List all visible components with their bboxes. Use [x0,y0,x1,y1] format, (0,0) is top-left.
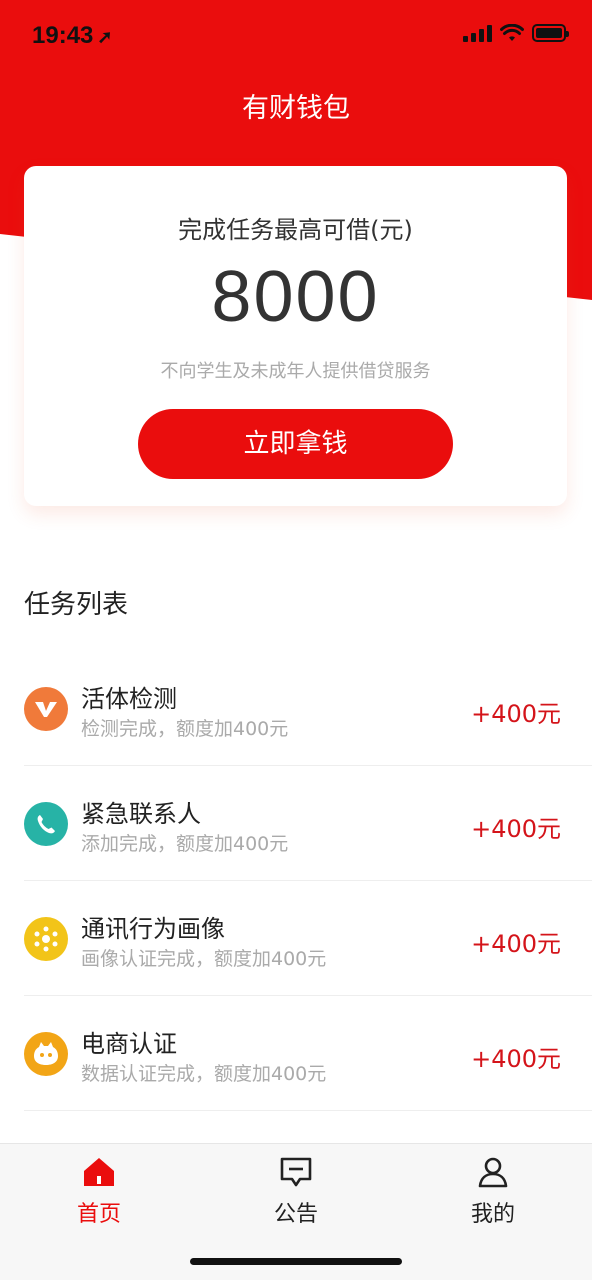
task-item-liveness[interactable]: 活体检测 检测完成，额度加400元 +400元 [24,651,592,766]
task-desc: 数据认证完成，额度加400元 [81,1063,327,1085]
tab-mine-label: 我的 [470,1202,515,1227]
task-item-emergency-contact[interactable]: 紧急联系人 添加完成，额度加400元 +400元 [24,766,592,881]
status-time: 19:43 ➚ [32,22,112,50]
time-text: 19:43 [32,22,94,49]
loan-card: 完成任务最高可借(元) 8000 不向学生及未成年人提供借贷服务 立即拿钱 [24,166,567,506]
network-icon [24,917,68,961]
task-reward: +400元 [471,815,561,843]
page-title: 有财钱包 [242,93,350,124]
face-icon [24,1032,68,1076]
task-reward: +400元 [471,1045,561,1073]
task-name: 通讯行为画像 [81,915,225,943]
task-desc: 检测完成，额度加400元 [81,718,289,740]
tab-home[interactable]: 首页 [39,1156,159,1228]
task-reward: +400元 [471,700,561,728]
task-list: 活体检测 检测完成，额度加400元 +400元 紧急联系人 添加完成，额度加40… [24,651,592,1111]
tab-home-label: 首页 [76,1202,121,1227]
cellular-signal-icon [463,24,492,42]
task-item-communication-profile[interactable]: 通讯行为画像 画像认证完成，额度加400元 +400元 [24,881,592,996]
card-note: 不向学生及未成年人提供借贷服务 [160,361,431,382]
location-arrow-icon: ➚ [97,27,113,47]
task-name: 电商认证 [81,1030,177,1058]
user-icon [478,1157,508,1188]
task-list-title: 任务列表 [24,590,129,620]
status-icons [463,24,569,42]
tab-mine[interactable]: 我的 [433,1156,553,1228]
task-desc: 画像认证完成，额度加400元 [81,948,327,970]
task-name: 活体检测 [81,685,177,713]
task-reward: +400元 [471,930,561,958]
battery-icon [532,24,569,42]
task-item-ecommerce[interactable]: 电商认证 数据认证完成，额度加400元 +400元 [24,996,592,1111]
get-money-button[interactable]: 立即拿钱 [138,409,453,479]
home-icon [84,1158,114,1186]
status-bar: 19:43 ➚ [0,0,592,72]
wifi-icon [500,24,524,41]
tab-notice-label: 公告 [273,1202,318,1227]
card-subtitle: 完成任务最高可借(元) [178,216,413,244]
max-loan-amount: 8000 [211,257,380,337]
tab-notice[interactable]: 公告 [236,1156,356,1228]
v-icon [24,687,68,731]
task-name: 紧急联系人 [81,800,201,828]
task-desc: 添加完成，额度加400元 [81,833,289,855]
message-icon [280,1157,312,1187]
phone-icon [24,802,68,846]
home-indicator [190,1258,402,1265]
